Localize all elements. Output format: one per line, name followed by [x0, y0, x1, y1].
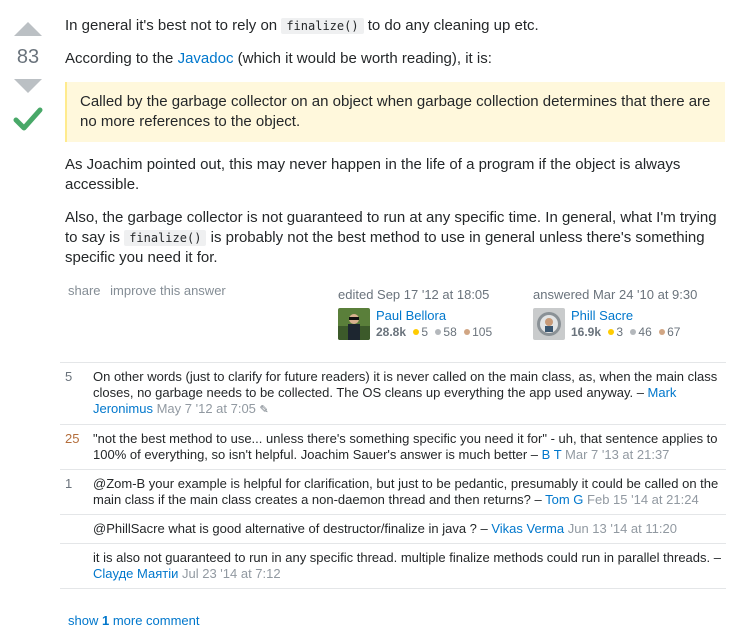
- comment-body: it is also not guaranteed to run in any …: [93, 550, 726, 582]
- gold-badge-icon: [413, 329, 420, 336]
- paragraph: According to the Javadoc (which it would…: [65, 50, 492, 67]
- comment-body: "not the best method to use... unless th…: [93, 431, 726, 463]
- reputation-flair: 28.8k 5 58 105: [376, 324, 492, 340]
- gold-badge-icon: [608, 329, 615, 336]
- gold-badge-count: 5: [421, 325, 429, 339]
- upvote-arrow-icon[interactable]: [14, 22, 42, 36]
- comment: @PhillSacre what is good alternative of …: [60, 515, 726, 544]
- comment-user-link[interactable]: Tom G: [545, 492, 583, 507]
- author-signature: answered Mar 24 '10 at 9:30 Phill Sacre …: [533, 287, 697, 340]
- paragraph: In general it's best not to rely on fina…: [65, 17, 539, 34]
- paragraph: As Joachim pointed out, this may never h…: [65, 156, 681, 193]
- user-details: Phill Sacre 16.9k 3 46 67: [571, 308, 680, 340]
- answer-page: 83 In general it's best not to rely on f…: [0, 0, 747, 632]
- comment: 25 "not the best method to use... unless…: [60, 425, 726, 470]
- accepted-check-icon: [13, 107, 43, 131]
- edited-pencil-icon: ✎: [259, 404, 269, 416]
- comment-body: @PhillSacre what is good alternative of …: [93, 521, 726, 537]
- post-footer: share improve this answer edited Sep 17 …: [68, 283, 728, 343]
- share-link[interactable]: share: [68, 283, 101, 298]
- inline-code: finalize(): [124, 230, 207, 246]
- bronze-badge-count: 105: [472, 325, 493, 339]
- silver-badge-icon: [630, 329, 637, 336]
- answered-time: answered Mar 24 '10 at 9:30: [533, 287, 698, 302]
- comment-text: @PhillSacre what is good alternative of …: [93, 521, 492, 536]
- comment-user-link[interactable]: Vikas Verma: [491, 521, 564, 536]
- comment-score: 25: [65, 431, 80, 446]
- comments-list: 5 On other words (just to clarify for fu…: [60, 362, 726, 589]
- reputation-flair: 16.9k 3 46 67: [571, 324, 680, 340]
- comment-date: Jul 23 '14 at 7:12: [181, 566, 281, 581]
- comment-score: 1: [65, 476, 73, 491]
- comment: 5 On other words (just to clarify for fu…: [60, 363, 726, 425]
- comment-text: it is also not guaranteed to run in any …: [93, 550, 721, 565]
- comment-date: Feb 15 '14 at 21:24: [587, 492, 699, 507]
- silver-badge-icon: [435, 329, 442, 336]
- comment-user-link[interactable]: Claудe Маятiи: [93, 566, 178, 581]
- avatar[interactable]: [533, 308, 565, 340]
- reputation-score: 28.8k: [376, 325, 407, 339]
- user-card: Phill Sacre 16.9k 3 46 67: [533, 308, 697, 340]
- bronze-badge-icon: [659, 329, 666, 336]
- comment-score: [60, 521, 93, 537]
- improve-answer-link[interactable]: improve this answer: [110, 283, 226, 298]
- vote-column: 83: [8, 22, 48, 132]
- user-name-link[interactable]: Paul Bellora: [376, 308, 492, 324]
- vote-count: 83: [16, 46, 40, 68]
- edited-time-link[interactable]: edited Sep 17 '12 at 18:05: [338, 287, 492, 302]
- javadoc-link[interactable]: Javadoc: [178, 50, 234, 67]
- comment-score: [60, 550, 93, 582]
- comment-date: Jun 13 '14 at 11:20: [567, 521, 677, 536]
- comment: 1 @Zom-B your example is helpful for cla…: [60, 470, 726, 515]
- editor-signature: edited Sep 17 '12 at 18:05 Paul Bellora …: [338, 287, 492, 340]
- answer-body: In general it's best not to rely on fina…: [65, 16, 725, 281]
- paragraph: Also, the garbage collector is not guara…: [65, 209, 717, 266]
- downvote-arrow-icon[interactable]: [14, 79, 42, 93]
- comment-user-link[interactable]: B T: [542, 447, 562, 462]
- user-details: Paul Bellora 28.8k 5 58 105: [376, 308, 492, 340]
- silver-badge-count: 58: [443, 325, 457, 339]
- comment-date: May 7 '12 at 7:05: [156, 401, 256, 416]
- user-card: Paul Bellora 28.8k 5 58 105: [338, 308, 492, 340]
- inline-code: finalize(): [281, 18, 364, 34]
- comment-score: 5: [65, 369, 73, 384]
- bronze-badge-icon: [464, 329, 471, 336]
- comment-date: Mar 7 '13 at 21:37: [565, 447, 670, 462]
- comment: it is also not guaranteed to run in any …: [60, 544, 726, 589]
- bronze-badge-count: 67: [667, 325, 681, 339]
- silver-badge-count: 46: [638, 325, 652, 339]
- comment-text: On other words (just to clarify for futu…: [93, 369, 718, 400]
- user-name-link[interactable]: Phill Sacre: [571, 308, 680, 324]
- post-menu: share improve this answer: [68, 283, 232, 298]
- avatar[interactable]: [338, 308, 370, 340]
- reputation-score: 16.9k: [571, 325, 602, 339]
- comment-body: @Zom-B your example is helpful for clari…: [93, 476, 726, 508]
- gold-badge-count: 3: [616, 325, 624, 339]
- show-more-comments-link[interactable]: show 1 more comment: [68, 613, 200, 628]
- quote-block: Called by the garbage collector on an ob…: [65, 82, 725, 142]
- comment-body: On other words (just to clarify for futu…: [93, 369, 726, 418]
